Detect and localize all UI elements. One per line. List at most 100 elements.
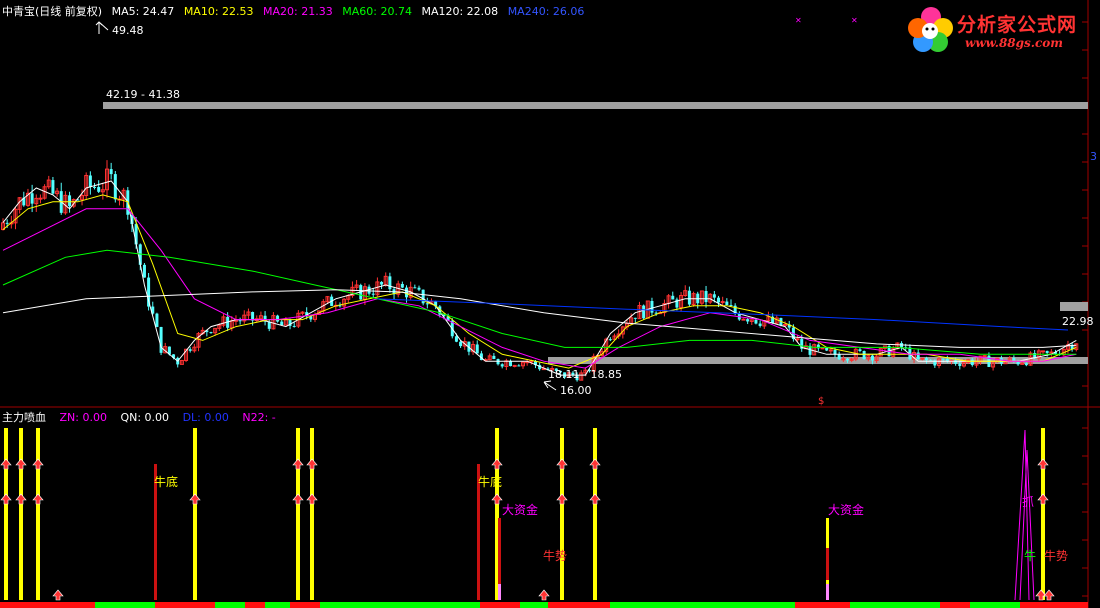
spike-line <box>1014 429 1035 601</box>
up-arrow-icon <box>491 493 503 505</box>
ma-line-ma20 <box>2 208 1077 369</box>
candle-body <box>5 222 9 224</box>
candle-body <box>30 193 34 204</box>
n22-label: N22: - <box>242 411 276 424</box>
up-arrow-icon <box>292 493 304 505</box>
candle-body <box>1041 350 1045 353</box>
up-arrow-icon <box>15 458 27 470</box>
recent-zone <box>1060 302 1088 311</box>
candle-body <box>729 304 733 306</box>
signal-label: 牛底 <box>154 474 178 489</box>
trend-strip-segment <box>548 602 610 608</box>
candle-body <box>720 301 725 304</box>
support-label: 18.11 - 18.85 <box>548 368 622 381</box>
resistance-label: 42.19 - 41.38 <box>106 88 180 101</box>
candle-body <box>93 186 97 188</box>
up-arrow-icon <box>292 458 304 470</box>
candle-body <box>529 360 534 363</box>
candle-body <box>38 197 43 200</box>
up-arrow-icon <box>589 493 601 505</box>
trend-strip-segment <box>290 602 320 608</box>
up-arrow-icon <box>556 493 568 505</box>
trend-strip-segment <box>320 602 480 608</box>
up-arrow-icon <box>306 458 318 470</box>
candle-body <box>970 359 974 366</box>
ma20-label: MA20: 21.33 <box>263 5 333 18</box>
signal-bar <box>296 428 300 600</box>
bottom-bar <box>826 584 829 600</box>
candle-body <box>475 344 479 354</box>
flower-logo-icon <box>908 7 953 52</box>
candle-body <box>608 339 612 341</box>
ma10-label: MA10: 22.53 <box>183 5 254 18</box>
qn-label: QN: 0.00 <box>120 411 170 424</box>
up-arrow-icon <box>32 458 44 470</box>
candle-body <box>159 326 163 353</box>
trend-strip-segment <box>215 602 245 608</box>
signal-label: 牛势 <box>543 548 567 563</box>
trend-strip-segment <box>480 602 520 608</box>
candle-body <box>841 358 846 361</box>
signal-bar <box>193 428 197 600</box>
candle-body <box>500 364 504 367</box>
candle-body <box>88 175 92 187</box>
up-arrow-icon <box>0 458 12 470</box>
candle-body <box>920 357 925 360</box>
signal-bar <box>19 428 23 600</box>
candle-body <box>862 350 866 359</box>
candle-body <box>754 319 758 324</box>
mark-icon: ✕ <box>851 16 858 25</box>
signal-label: 牛底 <box>478 474 502 489</box>
signal-label: 大资金 <box>502 502 538 517</box>
dl-label: DL: 0.00 <box>182 411 229 424</box>
candle-body <box>371 293 375 295</box>
bottom-bar <box>826 548 829 580</box>
signal-bar <box>560 428 564 600</box>
candle-body <box>925 358 929 361</box>
trend-strip-segment <box>95 602 155 608</box>
trend-strip-segment <box>795 602 850 608</box>
candle-body <box>642 305 646 319</box>
trend-strip-segment <box>265 602 290 608</box>
candle-body <box>712 294 716 298</box>
ma5-label: MA5: 24.47 <box>111 5 175 18</box>
trend-strip-segment <box>850 602 940 608</box>
up-arrow-icon <box>15 493 27 505</box>
signal-label: 抓 <box>1022 495 1034 509</box>
indicator-header: 主力喷血 ZN: 0.00 QN: 0.00 DL: 0.00 N22: - <box>2 409 286 425</box>
zn-label: ZN: 0.00 <box>59 411 107 424</box>
trend-strip-segment <box>970 602 1020 608</box>
up-arrow-icon <box>32 493 44 505</box>
candle-body <box>958 363 962 366</box>
signal-label: 大资金 <box>828 502 864 517</box>
candle-body <box>425 303 429 305</box>
candle-body <box>459 341 463 347</box>
candle-body <box>1012 358 1016 361</box>
stock-chart-window: 49.48 42.19 - 41.38 18.11 - 18.85 16.00 22.9… <box>0 0 1100 608</box>
candle-body <box>417 287 421 290</box>
site-logo: 分析家公式网 www.88gs.com <box>905 4 1095 56</box>
candle-body <box>1049 351 1054 354</box>
candle-body <box>51 180 55 194</box>
up-arrow-icon <box>189 493 201 505</box>
candle-body <box>687 290 691 305</box>
up-arrow-icon <box>306 493 318 505</box>
candle-body <box>238 320 242 322</box>
candle-body <box>845 358 849 361</box>
candle-body <box>741 318 746 321</box>
signal-label: 牛势 <box>1044 548 1068 563</box>
candle-body <box>517 365 521 367</box>
logo-main-text: 分析家公式网 <box>957 14 1078 36</box>
logo-url-text: www.88gs.com <box>965 36 1063 50</box>
low-arrow-icon <box>543 380 557 391</box>
candle-body <box>292 325 296 327</box>
up-arrow-icon <box>1043 589 1055 601</box>
candle-body <box>492 355 496 360</box>
candle-body <box>454 336 458 342</box>
candle-body <box>837 354 841 360</box>
ma120-label: MA120: 22.08 <box>421 5 499 18</box>
signal-label: 牛 <box>1024 548 1036 563</box>
candle-body <box>142 264 146 278</box>
candle-body <box>97 187 101 192</box>
kline-chart[interactable]: 49.48 42.19 - 41.38 18.11 - 18.85 16.00 22.9… <box>0 0 1100 608</box>
